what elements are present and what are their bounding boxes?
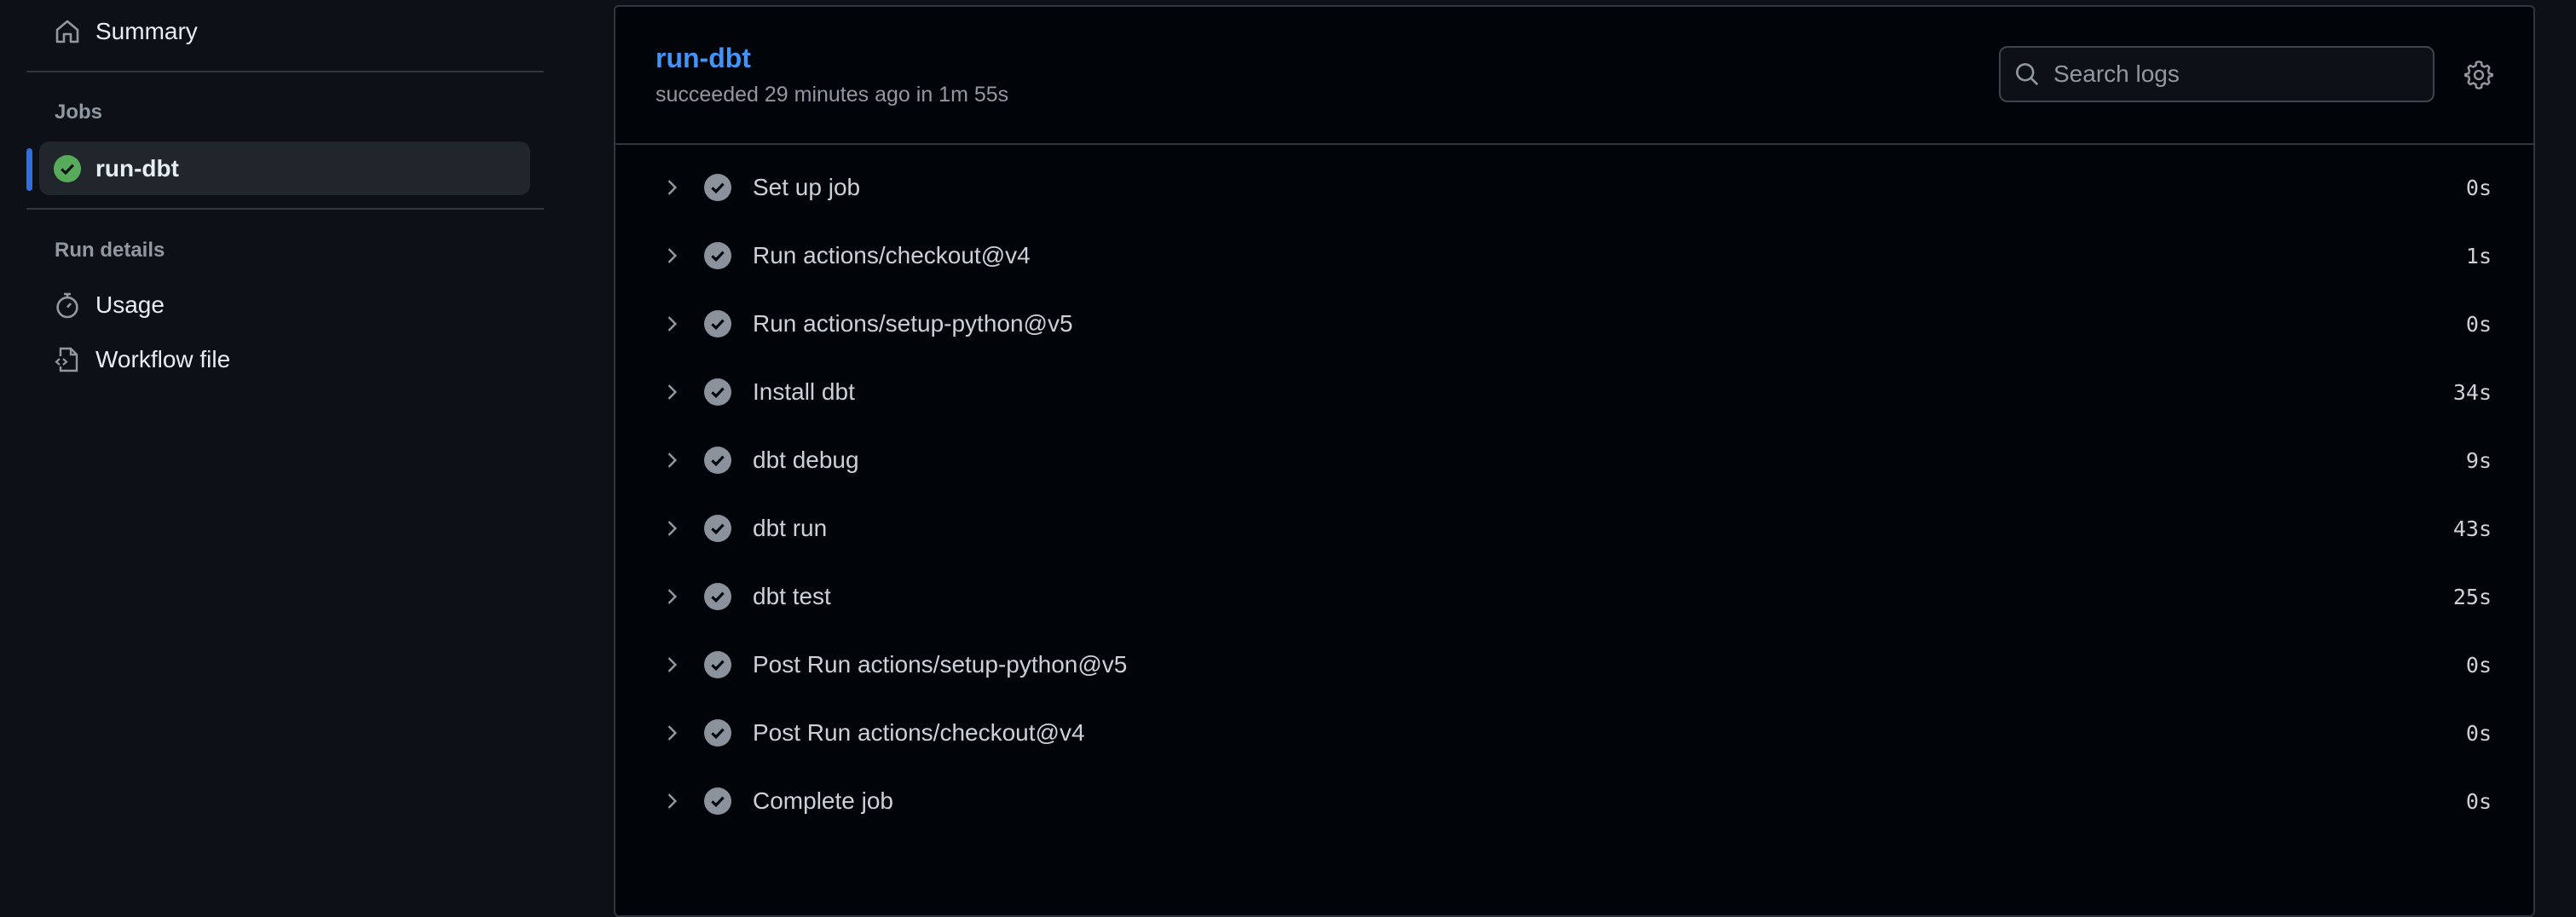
step-duration: 34s (2452, 379, 2492, 405)
sidebar-job-run-dbt[interactable]: run-dbt (39, 141, 530, 195)
search-logs-input[interactable] (2052, 60, 2413, 89)
gear-icon (2464, 61, 2493, 89)
chevron-right-icon[interactable] (660, 516, 684, 540)
search-logs-field[interactable] (1999, 46, 2434, 102)
step-success-icon (704, 515, 731, 542)
step-name: Run actions/checkout@v4 (753, 242, 1031, 268)
step-name: Complete job (753, 787, 893, 814)
step-row[interactable]: Set up job 0s (615, 153, 2533, 222)
run-details-heading: Run details (55, 239, 165, 262)
stopwatch-icon (53, 291, 82, 320)
chevron-right-icon[interactable] (660, 244, 684, 268)
step-duration: 9s (2465, 447, 2492, 473)
step-success-icon (704, 242, 731, 269)
step-duration: 0s (2465, 311, 2492, 337)
step-success-icon (704, 378, 731, 406)
sidebar-item-label: Workflow file (95, 346, 231, 372)
step-name: dbt run (753, 515, 828, 541)
chevron-right-icon[interactable] (660, 176, 684, 199)
sidebar-item-summary[interactable]: Summary (39, 7, 530, 56)
step-name: dbt debug (753, 447, 859, 473)
step-success-icon (704, 583, 731, 610)
step-name: Install dbt (753, 378, 855, 405)
step-row[interactable]: Post Run actions/setup-python@v5 0s (615, 631, 2533, 699)
file-code-icon (53, 345, 82, 374)
chevron-right-icon[interactable] (660, 380, 684, 404)
step-success-icon (704, 651, 731, 678)
divider (26, 71, 544, 72)
jobs-heading: Jobs (55, 101, 103, 124)
step-success-icon (704, 719, 731, 747)
step-row[interactable]: Run actions/checkout@v4 1s (615, 222, 2533, 290)
step-duration: 0s (2465, 652, 2492, 678)
step-name: Post Run actions/setup-python@v5 (753, 651, 1128, 678)
step-name: Set up job (753, 174, 861, 200)
sidebar-item-label: Summary (95, 18, 198, 44)
step-duration: 1s (2465, 243, 2492, 268)
chevron-right-icon[interactable] (660, 789, 684, 813)
chevron-right-icon[interactable] (660, 721, 684, 745)
success-check-icon (53, 154, 82, 183)
step-row[interactable]: Post Run actions/checkout@v4 0s (615, 699, 2533, 767)
selected-indicator (26, 148, 32, 191)
step-row[interactable]: dbt test 25s (615, 562, 2533, 631)
step-success-icon (704, 447, 731, 474)
step-row[interactable]: Run actions/setup-python@v5 0s (615, 290, 2533, 358)
sidebar-item-label: run-dbt (95, 154, 179, 182)
settings-gear-button[interactable] (2463, 60, 2494, 90)
step-duration: 0s (2465, 788, 2492, 814)
home-icon (53, 17, 82, 46)
step-duration: 0s (2465, 175, 2492, 200)
step-duration: 25s (2452, 584, 2492, 609)
step-row[interactable]: dbt run 43s (615, 494, 2533, 562)
chevron-right-icon[interactable] (660, 653, 684, 677)
job-log-panel: run-dbt succeeded 29 minutes ago in 1m 5… (614, 5, 2535, 917)
step-duration: 43s (2452, 516, 2492, 541)
chevron-right-icon[interactable] (660, 448, 684, 472)
job-header: run-dbt succeeded 29 minutes ago in 1m 5… (615, 7, 2533, 145)
job-status-text: succeeded 29 minutes ago in 1m 55s (656, 83, 1009, 107)
step-row[interactable]: Complete job 0s (615, 767, 2533, 835)
step-row[interactable]: dbt debug 9s (615, 426, 2533, 494)
job-title[interactable]: run-dbt (656, 43, 751, 74)
step-name: Run actions/setup-python@v5 (753, 310, 1073, 337)
step-success-icon (704, 174, 731, 201)
step-name: Post Run actions/checkout@v4 (753, 719, 1085, 746)
chevron-right-icon[interactable] (660, 585, 684, 608)
step-duration: 0s (2465, 720, 2492, 746)
chevron-right-icon[interactable] (660, 312, 684, 336)
step-name: dbt test (753, 583, 831, 609)
sidebar-item-usage[interactable]: Usage (39, 280, 530, 330)
step-row[interactable]: Install dbt 34s (615, 358, 2533, 426)
step-success-icon (704, 787, 731, 815)
sidebar-item-workflow-file[interactable]: Workflow file (39, 335, 530, 384)
sidebar-item-label: Usage (95, 291, 165, 318)
divider (26, 208, 544, 210)
step-success-icon (704, 310, 731, 337)
search-icon (2016, 63, 2039, 86)
